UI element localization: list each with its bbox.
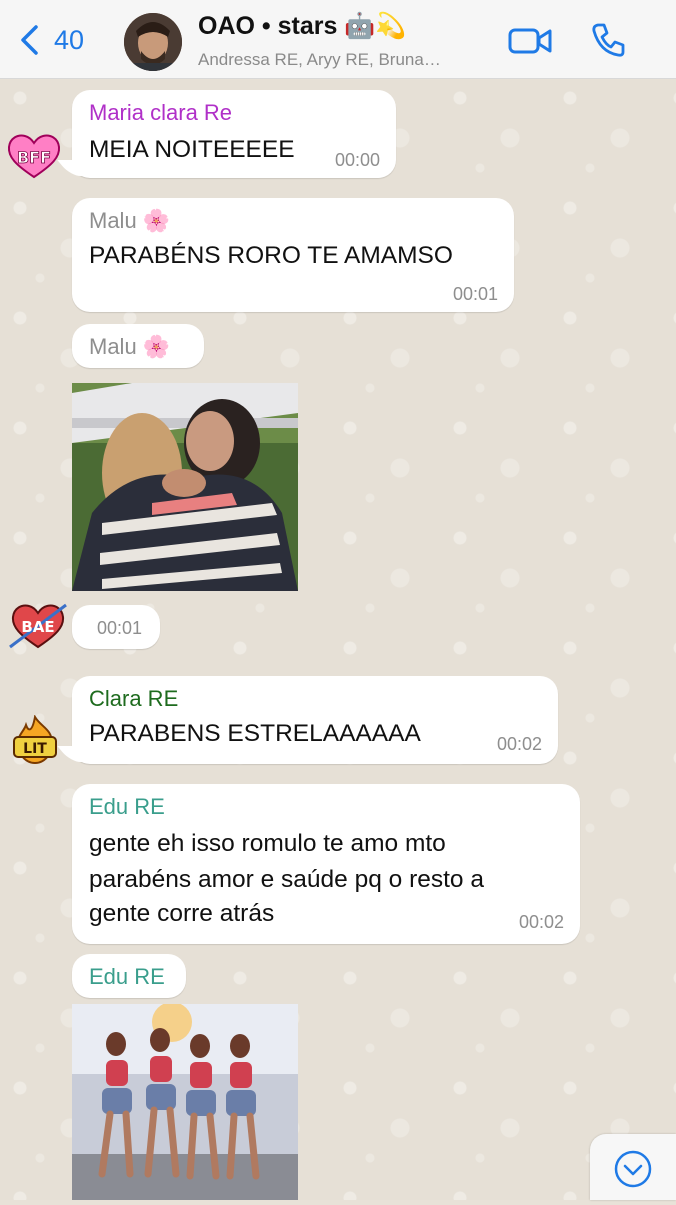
scroll-down-icon [614, 1150, 652, 1188]
bae-sticker: BAE [8, 601, 67, 649]
message-bubble[interactable]: Edu RE gente eh isso romulo te amo mto p… [72, 784, 580, 944]
message-text-line: parabéns amor e saúde pq o resto a [89, 866, 484, 893]
sender-name: Malu 🌸 [89, 208, 171, 233]
message-time: 00:02 [518, 912, 564, 932]
message-time: 00:00 [334, 150, 380, 170]
chat-header: 40 OAO • stars 🤖💫 Andressa RE, Aryy RE, … [0, 0, 676, 79]
sender-bubble: Malu 🌸 [72, 324, 204, 368]
back-chevron-icon [21, 25, 38, 55]
phone-call-icon[interactable] [590, 22, 626, 58]
video-call-icon[interactable] [508, 26, 552, 56]
sender-name: Clara RE [89, 686, 179, 711]
message-time: 00:01 [452, 284, 498, 304]
group-avatar[interactable] [124, 13, 182, 71]
message-bubble[interactable]: Clara RE PARABENS ESTRELAAAAAA 00:02 [72, 676, 558, 764]
hugging-photo[interactable] [72, 383, 298, 591]
lit-sticker: LIT [8, 714, 60, 765]
message-text: MEIA NOITEEEEE [89, 136, 295, 163]
message-text: PARABENS ESTRELAAAAAA [89, 720, 421, 747]
unread-count: 40 [54, 24, 85, 55]
svg-text:BFF: BFF [17, 148, 51, 167]
time-bubble: 00:01 [72, 605, 160, 649]
message-text-line: gente eh isso romulo te amo mto [89, 830, 446, 857]
svg-text:LIT: LIT [23, 741, 47, 757]
dancers-photo[interactable] [72, 1004, 298, 1200]
sender-name: Malu 🌸 [89, 334, 171, 359]
svg-text:BAE: BAE [21, 618, 54, 636]
message-time: 00:01 [96, 618, 142, 638]
message-bubble[interactable]: Maria clara Re MEIA NOITEEEEE 00:00 [72, 90, 396, 178]
scroll-to-bottom-button[interactable] [590, 1134, 676, 1200]
sender-name: Maria clara Re [89, 100, 233, 125]
message-bubble[interactable]: Malu 🌸 PARABÉNS RORO TE AMAMSO 00:01 [72, 198, 514, 312]
group-members[interactable]: Andressa RE, Aryy RE, Bruna… [198, 50, 441, 70]
sender-name: Edu RE [89, 964, 165, 989]
message-time: 00:02 [496, 734, 542, 754]
sender-name: Edu RE [89, 794, 165, 819]
message-text-line: gente corre atrás [89, 900, 275, 927]
bff-sticker: BFF [6, 131, 61, 179]
message-text: PARABÉNS RORO TE AMAMSO [89, 242, 453, 269]
sender-bubble: Edu RE [72, 954, 186, 998]
group-title[interactable]: OAO • stars 🤖💫 [198, 12, 407, 41]
back-button[interactable]: 40 [18, 24, 84, 56]
